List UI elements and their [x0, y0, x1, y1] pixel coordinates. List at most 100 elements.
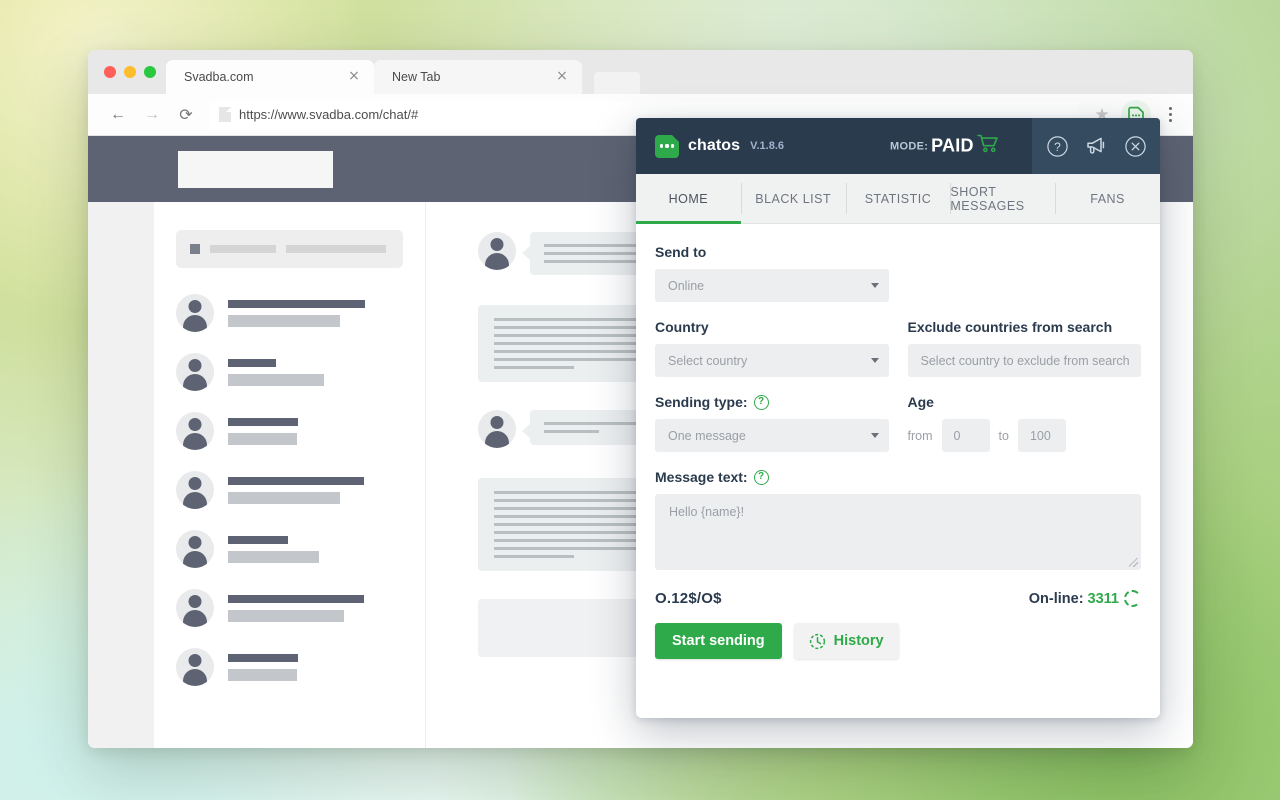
list-item[interactable] [176, 353, 403, 391]
online-label: On-line: [1028, 590, 1084, 607]
brand-version: V.1.8.6 [750, 140, 785, 152]
history-button[interactable]: History [793, 623, 899, 659]
minimize-window-button[interactable] [124, 66, 136, 78]
placeholder-lines [228, 299, 365, 327]
tab-home[interactable]: HOME [636, 174, 741, 224]
start-sending-button[interactable]: Start sending [655, 623, 782, 659]
announcement-megaphone-icon[interactable] [1084, 134, 1108, 158]
avatar [478, 232, 516, 270]
forward-icon[interactable]: → [136, 99, 168, 131]
placeholder-bar [228, 535, 288, 544]
placeholder-lines [228, 476, 364, 504]
placeholder-bar [228, 653, 298, 662]
tab-black-list[interactable]: BLACK LIST [740, 174, 846, 223]
help-icon[interactable]: ? [1045, 134, 1069, 158]
send-to-label: Send to [655, 244, 707, 260]
placeholder-bar [228, 432, 297, 445]
close-tab-icon[interactable]: × [346, 69, 362, 85]
browser-menu-icon[interactable] [1157, 100, 1183, 130]
popup-form: Send to Online Country Select country Ex… [636, 224, 1160, 718]
close-tab-icon[interactable]: × [554, 69, 570, 85]
age-to-input[interactable]: 100 [1017, 419, 1066, 452]
age-label: Age [907, 394, 934, 410]
list-item[interactable] [176, 412, 403, 450]
list-item[interactable] [176, 648, 403, 686]
help-question-icon[interactable]: ? [753, 394, 769, 410]
popup-tab-bar: HOME BLACK LIST STATISTIC SHORT MESSAGES… [636, 174, 1160, 224]
country-value: Select country [668, 353, 748, 368]
chatos-extension-popup: chatos V.1.8.6 MODE: PAID ? HOME BLACK L… [636, 118, 1160, 718]
message-text-group: Message text: ? Hello {name}! [655, 469, 1141, 570]
placeholder-bar [228, 358, 276, 367]
send-to-value: Online [668, 278, 705, 293]
exclude-countries-value: Select country to exclude from search [920, 353, 1130, 368]
sending-type-label-text: Sending type: [655, 394, 748, 410]
placeholder-bar [494, 366, 574, 369]
age-from-input[interactable]: 0 [941, 419, 990, 452]
placeholder-bar [228, 314, 340, 327]
popup-action-row: Start sending History [655, 623, 1141, 659]
chevron-down-icon [870, 358, 879, 363]
sending-type-value: One message [668, 428, 746, 443]
placeholder-bar [228, 491, 340, 504]
browser-tab-title: Svadba.com [184, 70, 254, 84]
maximize-window-button[interactable] [144, 66, 156, 78]
new-tab-button[interactable] [594, 72, 640, 94]
placeholder-lines [228, 653, 298, 681]
list-item[interactable] [176, 530, 403, 568]
placeholder-bar [228, 594, 364, 603]
age-from-word: from [907, 428, 933, 443]
chevron-down-icon [870, 433, 879, 438]
tab-short-messages[interactable]: SHORT MESSAGES [950, 174, 1055, 223]
placeholder-bar [228, 373, 324, 386]
close-window-button[interactable] [104, 66, 116, 78]
chevron-down-icon [870, 283, 879, 288]
avatar [478, 410, 516, 448]
tab-fans[interactable]: FANS [1055, 174, 1160, 223]
contact-search-placeholder[interactable] [176, 230, 403, 268]
avatar [176, 530, 214, 568]
search-icon [190, 244, 200, 254]
shopping-cart-icon[interactable] [976, 134, 999, 159]
page-document-icon [219, 107, 231, 122]
exclude-countries-input[interactable]: Select country to exclude from search [907, 344, 1141, 377]
browser-tabstrip: Svadba.com × New Tab × [88, 50, 1193, 94]
sending-type-label: Sending type: ? [655, 394, 889, 410]
country-label: Country [655, 319, 709, 335]
mode-value: PAID [931, 135, 974, 156]
site-left-rail [88, 202, 154, 748]
age-to-word: to [998, 428, 1009, 443]
mode-label: MODE: [890, 140, 929, 152]
tab-statistic[interactable]: STATISTIC [845, 174, 951, 223]
avatar [176, 294, 214, 332]
list-item[interactable] [176, 294, 403, 332]
placeholder-lines [228, 535, 319, 563]
window-controls [100, 50, 166, 94]
desktop-wallpaper: Svadba.com × New Tab × ← → ⟳ https://www… [0, 0, 1280, 800]
svg-text:?: ? [1054, 140, 1061, 154]
placeholder-bar [228, 299, 365, 308]
reload-icon[interactable]: ⟳ [170, 99, 202, 131]
placeholder-bar [286, 245, 386, 253]
placeholder-bar [494, 555, 574, 558]
browser-tab-svadba[interactable]: Svadba.com × [166, 60, 374, 94]
country-select[interactable]: Select country [655, 344, 889, 377]
help-question-icon[interactable]: ? [753, 469, 769, 485]
send-to-select[interactable]: Online [655, 269, 889, 302]
placeholder-bar [228, 417, 298, 426]
back-icon[interactable]: ← [102, 99, 134, 131]
list-item[interactable] [176, 589, 403, 627]
resize-handle[interactable] [1129, 558, 1138, 567]
sending-type-select[interactable]: One message [655, 419, 889, 452]
browser-tab-newtab[interactable]: New Tab × [374, 60, 582, 94]
avatar [176, 648, 214, 686]
price-label: O.12$/O$ [655, 590, 722, 607]
close-icon[interactable] [1123, 134, 1147, 158]
list-item[interactable] [176, 471, 403, 509]
site-search-placeholder[interactable] [178, 150, 333, 188]
popup-header-actions: ? [1032, 118, 1160, 174]
avatar [176, 589, 214, 627]
message-text-area[interactable]: Hello {name}! [655, 494, 1141, 570]
placeholder-bar [544, 430, 599, 433]
placeholder-bar [228, 668, 297, 681]
